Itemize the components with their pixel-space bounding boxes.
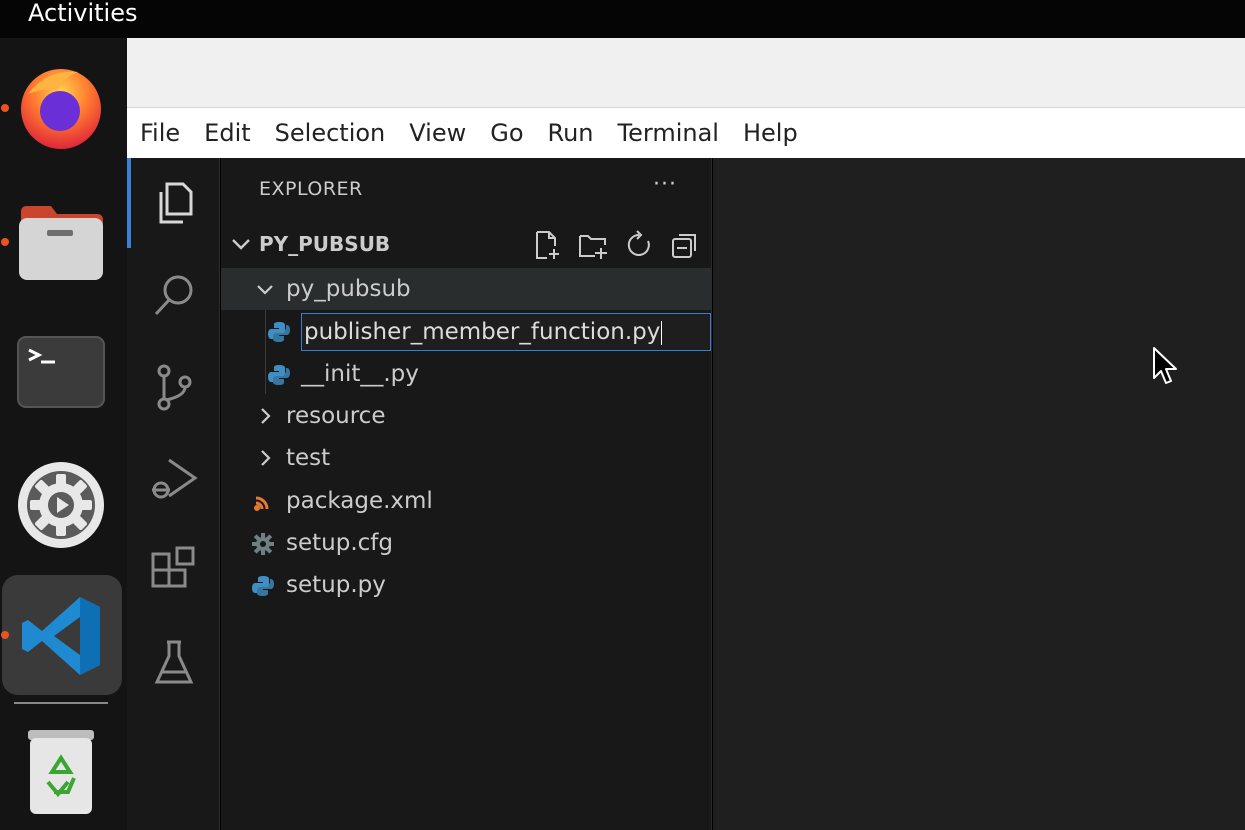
tree-file-setup-cfg[interactable]: setup.cfg [221,522,712,564]
dock-vscode[interactable] [0,575,127,695]
menu-file[interactable]: File [140,108,180,158]
explorer-sidebar: EXPLORER ··· PY_PUBSUB py_pubsub publish… [221,158,712,830]
python-file-icon [268,322,290,342]
window-titlebar[interactable] [127,38,1245,108]
ubuntu-dock [0,38,127,830]
settings-icon [18,462,104,548]
more-actions-button[interactable]: ··· [653,172,677,197]
running-indicator [1,238,9,246]
dock-trash[interactable] [0,718,127,830]
python-file-icon [252,576,274,596]
rename-input-value: publisher_member_function.py [304,319,661,345]
gear-icon [252,533,274,555]
explorer-title: EXPLORER [259,178,363,200]
explorer-icon[interactable] [149,178,199,228]
menu-view[interactable]: View [409,108,466,158]
activity-bar [127,158,220,830]
dock-firefox[interactable] [0,48,127,168]
firefox-icon [21,69,101,149]
tree-file-package-xml[interactable]: package.xml [221,480,712,522]
workspace-name: PY_PUBSUB [259,232,391,256]
editor-area[interactable] [713,158,1245,830]
chevron-right-icon [261,408,271,424]
tree-file-rename-row[interactable]: publisher_member_function.py [221,310,712,352]
tree-folder-label: resource [286,403,386,429]
files-icon [19,206,103,280]
refresh-icon[interactable] [623,229,655,261]
tree-file-label: __init__.py [301,361,419,387]
chevron-down-icon [257,285,273,295]
new-folder-icon[interactable] [577,229,609,261]
indent-guide [265,310,266,394]
dock-files[interactable] [0,184,127,304]
menu-run[interactable]: Run [548,108,594,158]
tree-file-init-py[interactable]: __init__.py [221,353,712,395]
dock-settings[interactable] [0,444,127,564]
python-file-icon [268,365,290,385]
text-caret [661,320,663,345]
terminal-icon [17,336,105,408]
running-indicator [1,104,9,112]
tree-folder-test[interactable]: test [221,437,712,479]
source-control-icon[interactable] [149,362,199,412]
rss-xml-icon [254,496,269,511]
tree-file-setup-py[interactable]: setup.py [221,564,712,606]
tree-folder-label: test [286,445,331,471]
mouse-cursor-icon [1153,347,1177,384]
menu-bar: File Edit Selection View Go Run Terminal… [127,108,1245,158]
gnome-top-bar: Activities [0,0,1245,38]
menu-selection[interactable]: Selection [275,108,386,158]
active-view-indicator [127,158,131,248]
extensions-icon[interactable] [149,546,199,596]
activities-button[interactable]: Activities [28,0,138,26]
tree-file-label: package.xml [286,488,433,514]
workspace-section-header[interactable]: PY_PUBSUB [221,224,712,266]
menu-terminal[interactable]: Terminal [618,108,719,158]
trash-icon [28,730,94,814]
menu-help[interactable]: Help [743,108,798,158]
testing-icon[interactable] [149,638,199,688]
rename-input[interactable]: publisher_member_function.py [301,313,711,351]
vscode-icon [22,597,100,675]
tree-folder-py-pubsub[interactable]: py_pubsub [221,268,712,310]
tree-folder-label: py_pubsub [286,276,411,302]
menu-edit[interactable]: Edit [204,108,250,158]
new-file-icon[interactable] [531,229,563,261]
menu-go[interactable]: Go [490,108,523,158]
chevron-down-icon [232,239,250,250]
running-indicator [1,631,9,639]
collapse-all-icon[interactable] [669,229,701,261]
tree-file-label: setup.py [286,572,386,598]
chevron-right-icon [261,450,271,466]
search-icon[interactable] [149,270,199,320]
dock-separator [14,702,108,704]
dock-terminal[interactable] [0,320,127,440]
tree-folder-resource[interactable]: resource [221,395,712,437]
run-debug-icon[interactable] [149,454,199,504]
tree-file-label: setup.cfg [286,530,393,556]
